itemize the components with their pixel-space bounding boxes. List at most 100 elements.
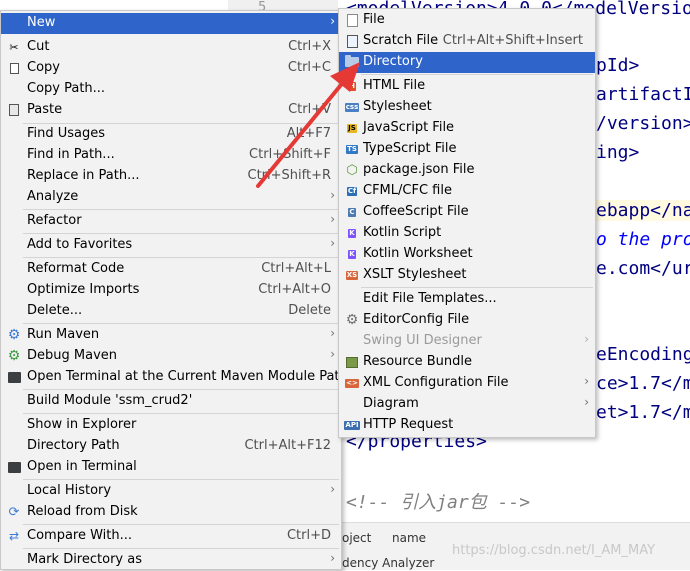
shortcut-label: Ctrl+C — [287, 60, 331, 75]
submenu-arrow-icon: › — [584, 395, 589, 409]
menu-separator — [23, 209, 339, 210]
menu-item-run-maven[interactable]: ⚙ Run Maven › — [1, 325, 341, 346]
menu-item-find-usages[interactable]: Find Usages Alt+F7 — [1, 124, 341, 145]
submenu-item-directory[interactable]: Directory — [339, 52, 595, 73]
paste-icon — [7, 103, 21, 117]
api-icon: API — [344, 420, 360, 430]
gear-blue-icon: ⚙ — [7, 327, 21, 343]
context-menu: New › ✂ Cut Ctrl+X Copy Ctrl+C Copy Path… — [0, 10, 348, 571]
menu-separator — [23, 479, 339, 480]
menu-item-delete[interactable]: Delete... Delete — [1, 301, 341, 322]
menu-item-label: Kotlin Script — [363, 225, 442, 240]
submenu-item-coffeescript-file[interactable]: C CoffeeScript File — [339, 202, 595, 223]
submenu-item-stylesheet[interactable]: css Stylesheet — [339, 97, 595, 118]
menu-item-add-to-favorites[interactable]: Add to Favorites › — [1, 235, 341, 256]
submenu-item-scratch-file[interactable]: Scratch File Ctrl+Alt+Shift+Insert — [339, 31, 595, 52]
menu-item-paste[interactable]: Paste Ctrl+V — [1, 100, 341, 121]
html-icon: H — [348, 81, 356, 91]
menu-item-label: Debug Maven — [27, 348, 117, 363]
new-submenu: File Scratch File Ctrl+Alt+Shift+Insert … — [338, 8, 596, 438]
submenu-item-html-file[interactable]: H HTML File — [339, 76, 595, 97]
menu-item-compare-with[interactable]: ⇄ Compare With... Ctrl+D — [1, 526, 341, 547]
menu-item-label: Diagram — [363, 396, 419, 411]
menu-item-new[interactable]: New › — [1, 13, 341, 34]
submenu-arrow-icon: › — [330, 482, 335, 496]
submenu-item-http-request[interactable]: API HTTP Request — [339, 415, 595, 436]
code-line: e.com</url — [596, 258, 690, 279]
menu-item-label: New — [27, 15, 56, 30]
menu-separator — [23, 389, 339, 390]
menu-item-find-in-path[interactable]: Find in Path... Ctrl+Shift+F — [1, 145, 341, 166]
submenu-item-xml-configuration-file[interactable]: <> XML Configuration File › — [339, 373, 595, 394]
code-line: <!-- 引入jar包 --> — [346, 492, 531, 513]
menu-item-label: Analyze — [27, 189, 79, 204]
menu-item-analyze[interactable]: Analyze › — [1, 187, 341, 208]
submenu-item-resource-bundle[interactable]: Resource Bundle — [339, 352, 595, 373]
nodejs-icon: ⬡ — [346, 162, 358, 178]
submenu-arrow-icon: › — [584, 332, 589, 346]
submenu-item-editorconfig-file[interactable]: ⚙ EditorConfig File — [339, 310, 595, 331]
submenu-item-swing-ui-designer[interactable]: Swing UI Designer › — [339, 331, 595, 352]
menu-item-open-in-terminal[interactable]: Open in Terminal — [1, 457, 341, 478]
code-line: pId> — [596, 55, 640, 76]
watermark: https://blog.csdn.net/I_AM_MAY — [452, 543, 656, 558]
menu-item-cut[interactable]: ✂ Cut Ctrl+X — [1, 37, 341, 58]
compare-icon: ⇄ — [8, 529, 20, 543]
submenu-item-kotlin-worksheet[interactable]: K Kotlin Worksheet — [339, 244, 595, 265]
submenu-item-xslt-stylesheet[interactable]: XS XSLT Stylesheet — [339, 265, 595, 286]
kotlin-icon: K — [348, 228, 356, 238]
submenu-item-diagram[interactable]: Diagram › — [339, 394, 595, 415]
submenu-item-kotlin-script[interactable]: K Kotlin Script — [339, 223, 595, 244]
menu-item-label: Refactor — [27, 213, 82, 228]
gear-icon: ⚙ — [345, 312, 359, 328]
kotlin-icon: K — [348, 249, 356, 259]
menu-item-build-module[interactable]: Build Module 'ssm_crud2' — [1, 391, 341, 412]
code-line: eEncoding> — [596, 344, 690, 365]
menu-item-directory-path[interactable]: Directory Path Ctrl+Alt+F12 — [1, 436, 341, 457]
menu-item-label: CoffeeScript File — [363, 204, 469, 219]
submenu-arrow-icon: › — [330, 347, 335, 361]
submenu-item-file[interactable]: File — [339, 10, 595, 31]
menu-item-copy[interactable]: Copy Ctrl+C — [1, 58, 341, 79]
menu-item-copy-path[interactable]: Copy Path... — [1, 79, 341, 100]
shortcut-label: Ctrl+V — [288, 102, 331, 117]
xslt-icon: XS — [345, 270, 359, 280]
menu-item-refactor[interactable]: Refactor › — [1, 211, 341, 232]
menu-item-label: Show in Explorer — [27, 417, 137, 432]
menu-separator — [361, 287, 593, 288]
submenu-item-typescript-file[interactable]: TS TypeScript File — [339, 139, 595, 160]
menu-item-optimize-imports[interactable]: Optimize Imports Ctrl+Alt+O — [1, 280, 341, 301]
menu-separator — [23, 233, 339, 234]
submenu-item-edit-file-templates[interactable]: Edit File Templates... — [339, 289, 595, 310]
menu-item-label: Open in Terminal — [27, 459, 137, 474]
menu-item-mark-directory-as[interactable]: Mark Directory as › — [1, 550, 341, 571]
name-column-label: name — [392, 531, 427, 545]
shortcut-label: Ctrl+Alt+Shift+Insert — [442, 33, 583, 48]
ts-icon: TS — [346, 144, 358, 154]
shortcut-label: Ctrl+D — [286, 528, 331, 543]
menu-item-local-history[interactable]: Local History › — [1, 481, 341, 502]
shortcut-label: Ctrl+X — [288, 39, 331, 54]
scratch-file-icon — [345, 34, 359, 48]
reload-icon: ⟳ — [8, 504, 20, 520]
menu-item-reformat-code[interactable]: Reformat Code Ctrl+Alt+L — [1, 259, 341, 280]
xml-icon: <> — [345, 378, 359, 388]
menu-item-open-terminal-maven[interactable]: Open Terminal at the Current Maven Modul… — [1, 367, 348, 388]
shortcut-label: Ctrl+Alt+L — [261, 261, 331, 276]
menu-item-label: HTTP Request — [363, 417, 454, 432]
menu-item-label: CFML/CFC file — [363, 183, 452, 198]
dependency-analyzer-label[interactable]: dency Analyzer — [342, 556, 434, 570]
menu-item-label: Directory Path — [27, 438, 120, 453]
menu-item-debug-maven[interactable]: ⚙ Debug Maven › — [1, 346, 341, 367]
menu-item-reload-from-disk[interactable]: ⟳ Reload from Disk — [1, 502, 341, 523]
submenu-arrow-icon: › — [330, 14, 335, 28]
submenu-item-javascript-file[interactable]: JS JavaScript File — [339, 118, 595, 139]
submenu-item-package-json[interactable]: ⬡ package.json File — [339, 160, 595, 181]
menu-item-show-in-explorer[interactable]: Show in Explorer — [1, 415, 341, 436]
menu-item-replace-in-path[interactable]: Replace in Path... Ctrl+Shift+R — [1, 166, 341, 187]
menu-item-label: Find in Path... — [27, 147, 115, 162]
submenu-arrow-icon: › — [330, 326, 335, 340]
submenu-arrow-icon: › — [330, 188, 335, 202]
submenu-item-cfml-file[interactable]: Cf CFML/CFC file — [339, 181, 595, 202]
project-label[interactable]: oject — [342, 531, 371, 545]
